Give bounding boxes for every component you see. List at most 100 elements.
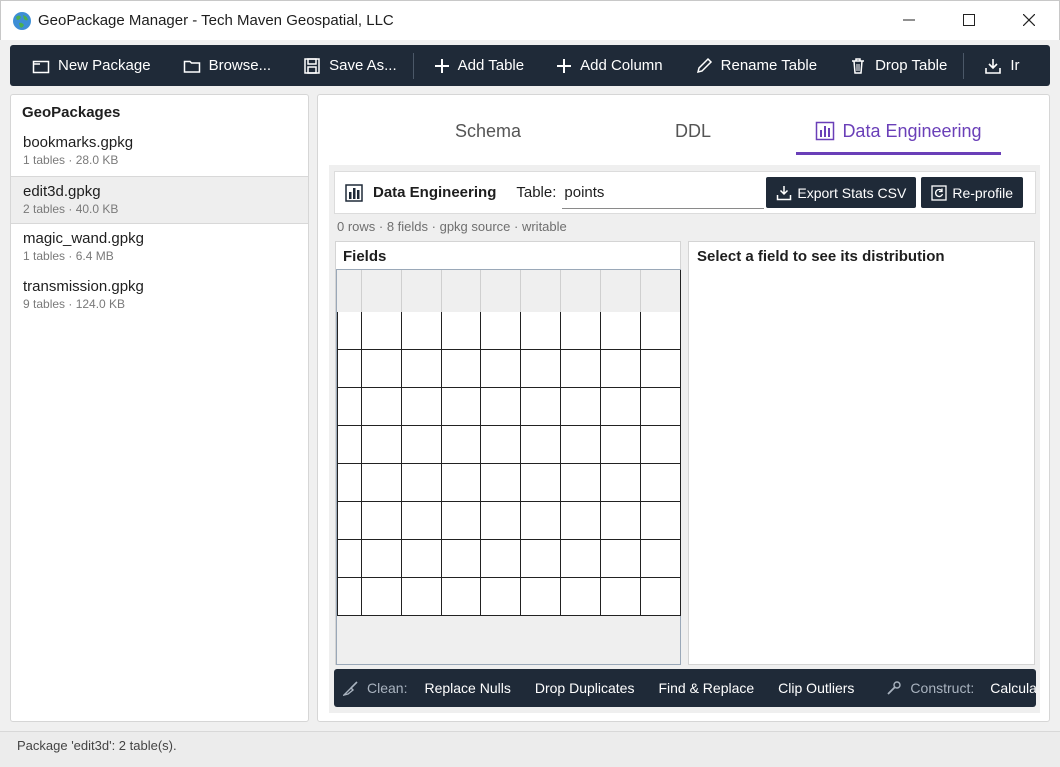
grid-cell[interactable] xyxy=(561,312,601,350)
grid-cell[interactable] xyxy=(641,426,681,464)
grid-cell[interactable] xyxy=(362,426,402,464)
grid-cell[interactable] xyxy=(601,426,641,464)
grid-cell[interactable] xyxy=(402,540,442,578)
drop-table-button[interactable]: Drop Table xyxy=(827,45,957,86)
grid-cell[interactable] xyxy=(481,502,521,540)
grid-cell[interactable] xyxy=(481,578,521,616)
grid-cell[interactable] xyxy=(337,426,362,464)
package-item-edit3d[interactable]: edit3d.gpkg 2 tables · 40.0 KB xyxy=(11,176,308,224)
grid-cell[interactable] xyxy=(362,578,402,616)
grid-cell[interactable] xyxy=(402,502,442,540)
grid-header-cell[interactable] xyxy=(402,270,442,312)
grid-cell[interactable] xyxy=(561,578,601,616)
grid-cell[interactable] xyxy=(337,540,362,578)
grid-cell[interactable] xyxy=(442,578,481,616)
grid-cell[interactable] xyxy=(481,388,521,426)
export-stats-csv-button[interactable]: Export Stats CSV xyxy=(766,177,917,208)
new-package-button[interactable]: New Package xyxy=(10,45,161,86)
grid-cell[interactable] xyxy=(641,464,681,502)
grid-cell[interactable] xyxy=(641,350,681,388)
grid-cell[interactable] xyxy=(337,350,362,388)
grid-row[interactable] xyxy=(337,312,681,350)
grid-cell[interactable] xyxy=(521,312,561,350)
grid-cell[interactable] xyxy=(442,502,481,540)
grid-cell[interactable] xyxy=(362,464,402,502)
grid-cell[interactable] xyxy=(481,464,521,502)
grid-cell[interactable] xyxy=(641,502,681,540)
grid-cell[interactable] xyxy=(561,464,601,502)
grid-cell[interactable] xyxy=(402,388,442,426)
grid-cell[interactable] xyxy=(601,578,641,616)
grid-header-cell[interactable] xyxy=(601,270,641,312)
grid-cell[interactable] xyxy=(641,578,681,616)
grid-cell[interactable] xyxy=(337,388,362,426)
add-table-button[interactable]: Add Table xyxy=(420,45,534,86)
grid-cell[interactable] xyxy=(442,350,481,388)
grid-row[interactable] xyxy=(337,540,681,578)
add-column-button[interactable]: Add Column xyxy=(534,45,673,86)
tab-ddl[interactable]: DDL xyxy=(628,111,758,151)
grid-cell[interactable] xyxy=(521,426,561,464)
grid-cell[interactable] xyxy=(561,540,601,578)
grid-cell[interactable] xyxy=(521,578,561,616)
grid-cell[interactable] xyxy=(402,578,442,616)
grid-cell[interactable] xyxy=(362,312,402,350)
save-as-button[interactable]: Save As... xyxy=(281,45,407,86)
grid-cell[interactable] xyxy=(362,350,402,388)
grid-cell[interactable] xyxy=(402,312,442,350)
grid-cell[interactable] xyxy=(561,502,601,540)
grid-header-cell[interactable] xyxy=(362,270,402,312)
grid-cell[interactable] xyxy=(601,502,641,540)
calculate-button[interactable]: Calculat xyxy=(974,680,1036,696)
grid-cell[interactable] xyxy=(337,464,362,502)
grid-cell[interactable] xyxy=(337,312,362,350)
grid-row[interactable] xyxy=(337,578,681,616)
grid-header-cell[interactable] xyxy=(641,270,681,312)
grid-cell[interactable] xyxy=(601,540,641,578)
grid-row[interactable] xyxy=(337,464,681,502)
browse-button[interactable]: Browse... xyxy=(161,45,282,86)
package-item-transmission[interactable]: transmission.gpkg 9 tables · 124.0 KB xyxy=(11,272,308,320)
grid-cell[interactable] xyxy=(442,388,481,426)
grid-cell[interactable] xyxy=(521,464,561,502)
grid-header-cell[interactable] xyxy=(521,270,561,312)
grid-cell[interactable] xyxy=(481,540,521,578)
find-replace-button[interactable]: Find & Replace xyxy=(645,680,765,696)
clip-outliers-button[interactable]: Clip Outliers xyxy=(765,680,865,696)
grid-cell[interactable] xyxy=(561,426,601,464)
drop-duplicates-button[interactable]: Drop Duplicates xyxy=(522,680,646,696)
grid-cell[interactable] xyxy=(362,502,402,540)
grid-row[interactable] xyxy=(337,502,681,540)
grid-cell[interactable] xyxy=(601,464,641,502)
tab-data-engineering[interactable]: Data Engineering xyxy=(796,111,1001,151)
maximize-button[interactable] xyxy=(939,1,999,39)
tab-schema[interactable]: Schema xyxy=(418,111,558,151)
grid-cell[interactable] xyxy=(521,540,561,578)
minimize-button[interactable] xyxy=(879,1,939,39)
grid-cell[interactable] xyxy=(521,502,561,540)
replace-nulls-button[interactable]: Replace Nulls xyxy=(407,680,521,696)
grid-cell[interactable] xyxy=(402,464,442,502)
close-button[interactable] xyxy=(999,1,1059,39)
grid-cell[interactable] xyxy=(561,350,601,388)
grid-row[interactable] xyxy=(337,388,681,426)
table-input[interactable] xyxy=(562,176,765,209)
grid-cell[interactable] xyxy=(481,350,521,388)
grid-cell[interactable] xyxy=(402,350,442,388)
import-button[interactable]: Ir xyxy=(970,45,1029,86)
grid-cell[interactable] xyxy=(641,312,681,350)
grid-cell[interactable] xyxy=(601,388,641,426)
reprofile-button[interactable]: Re-profile xyxy=(921,177,1024,208)
grid-cell[interactable] xyxy=(481,312,521,350)
grid-row[interactable] xyxy=(337,426,681,464)
grid-cell[interactable] xyxy=(442,312,481,350)
grid-cell[interactable] xyxy=(521,350,561,388)
grid-header-cell[interactable] xyxy=(337,270,362,312)
grid-cell[interactable] xyxy=(442,464,481,502)
grid-cell[interactable] xyxy=(442,540,481,578)
grid-header-cell[interactable] xyxy=(561,270,601,312)
grid-cell[interactable] xyxy=(481,426,521,464)
grid-cell[interactable] xyxy=(402,426,442,464)
grid-cell[interactable] xyxy=(601,312,641,350)
rename-table-button[interactable]: Rename Table xyxy=(673,45,827,86)
